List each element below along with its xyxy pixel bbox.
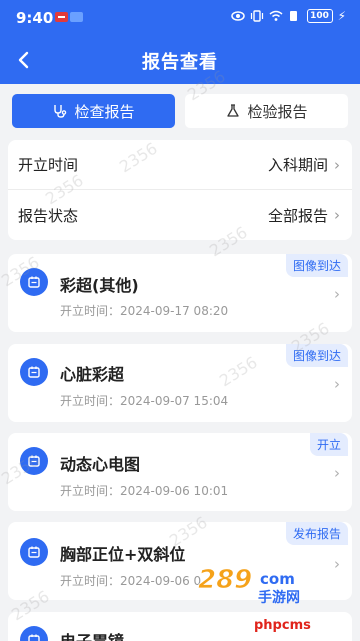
report-time: 开立时间：2024-09-07 15:04 — [60, 394, 229, 408]
app-header: 9:40 100 ⚡ 报告查看 — [0, 0, 360, 84]
report-card[interactable]: 动态心电图 开立时间：2024-09-06 10:01 开立 › — [8, 433, 352, 511]
report-time: 开立时间：2024-09-06 10:01 — [60, 484, 229, 498]
status-badge: 发布报告 — [285, 522, 348, 545]
filter-open-time[interactable]: 开立时间 入科期间 › — [8, 140, 352, 190]
chevron-right-icon: › — [334, 206, 340, 224]
report-time: 开立时间：2024-09-17 08:20 — [60, 304, 229, 318]
status-badge: 图像到达 — [285, 344, 348, 367]
filter-value: 入科期间 — [267, 156, 328, 174]
report-card[interactable]: 心脏彩超 开立时间：2024-09-07 15:04 图像到达 › — [8, 344, 352, 422]
filter-label: 开立时间 — [18, 156, 79, 174]
site-logo: 289 com 手游网 — [196, 562, 316, 606]
chevron-right-icon: › — [334, 375, 340, 393]
filter-value-wrap: 入科期间 › — [268, 154, 340, 175]
report-name: 胸部正位+双斜位 — [60, 545, 186, 564]
filter-value: 全部报告 — [267, 206, 328, 225]
chevron-right-icon: › — [334, 464, 340, 482]
calendar-icon — [20, 268, 48, 296]
report-name: 电子胃镜 — [60, 628, 124, 641]
report-card[interactable]: 彩超(其他) 开立时间：2024-09-17 08:20 图像到达 › — [8, 254, 352, 332]
logo-number: 289 — [198, 565, 252, 595]
filter-report-status[interactable]: 报告状态 全部报告 › — [8, 190, 352, 240]
charging-icon: ⚡ — [337, 9, 346, 23]
tab-lab-report[interactable]: 检验报告 — [185, 94, 348, 128]
battery-icon: 100 — [306, 9, 333, 23]
report-name: 彩超(其他) — [60, 276, 139, 295]
filter-label: 报告状态 — [18, 206, 79, 225]
calendar-icon — [20, 626, 48, 641]
nav-bar: 报告查看 — [0, 36, 360, 82]
status-bar: 9:40 100 ⚡ — [0, 0, 360, 34]
sim-icon — [289, 11, 297, 21]
chevron-right-icon: › — [334, 285, 340, 303]
calendar-icon — [20, 358, 48, 386]
report-name: 心脏彩超 — [60, 365, 125, 384]
status-icons: 100 ⚡ — [230, 9, 346, 23]
stethoscope-icon — [54, 105, 67, 118]
filter-value-wrap: 全部报告 › — [268, 205, 340, 226]
status-time: 9:40 — [16, 9, 54, 27]
calendar-icon — [20, 538, 48, 566]
filter-panel: 开立时间 入科期间 › 报告状态 全部报告 › — [8, 140, 352, 240]
page-title: 报告查看 — [142, 52, 218, 73]
report-type-tabs: 检查报告 检验报告 — [12, 94, 348, 128]
vibrate-icon — [250, 10, 263, 22]
logo-suffix: com — [260, 570, 295, 588]
wifi-icon — [269, 10, 283, 21]
calendar-icon — [20, 447, 48, 475]
logo-subtitle: 手游网 — [258, 589, 300, 606]
report-time: 开立时间：2024-09-06 0 — [60, 574, 202, 588]
site-watermark-text: phpcms — [254, 618, 311, 633]
chevron-right-icon: › — [334, 155, 340, 174]
tab-label: 检验报告 — [247, 102, 308, 121]
status-badge: 图像到达 — [285, 254, 348, 277]
eye-icon — [230, 11, 245, 21]
tab-exam-report[interactable]: 检查报告 — [12, 94, 175, 128]
flask-icon — [227, 104, 240, 117]
tab-label: 检查报告 — [74, 102, 135, 121]
status-badge: 开立 — [309, 433, 348, 456]
app-notification-icon — [70, 12, 83, 22]
notification-icon — [55, 12, 68, 22]
report-name: 动态心电图 — [60, 455, 141, 474]
chevron-right-icon: › — [334, 555, 340, 573]
